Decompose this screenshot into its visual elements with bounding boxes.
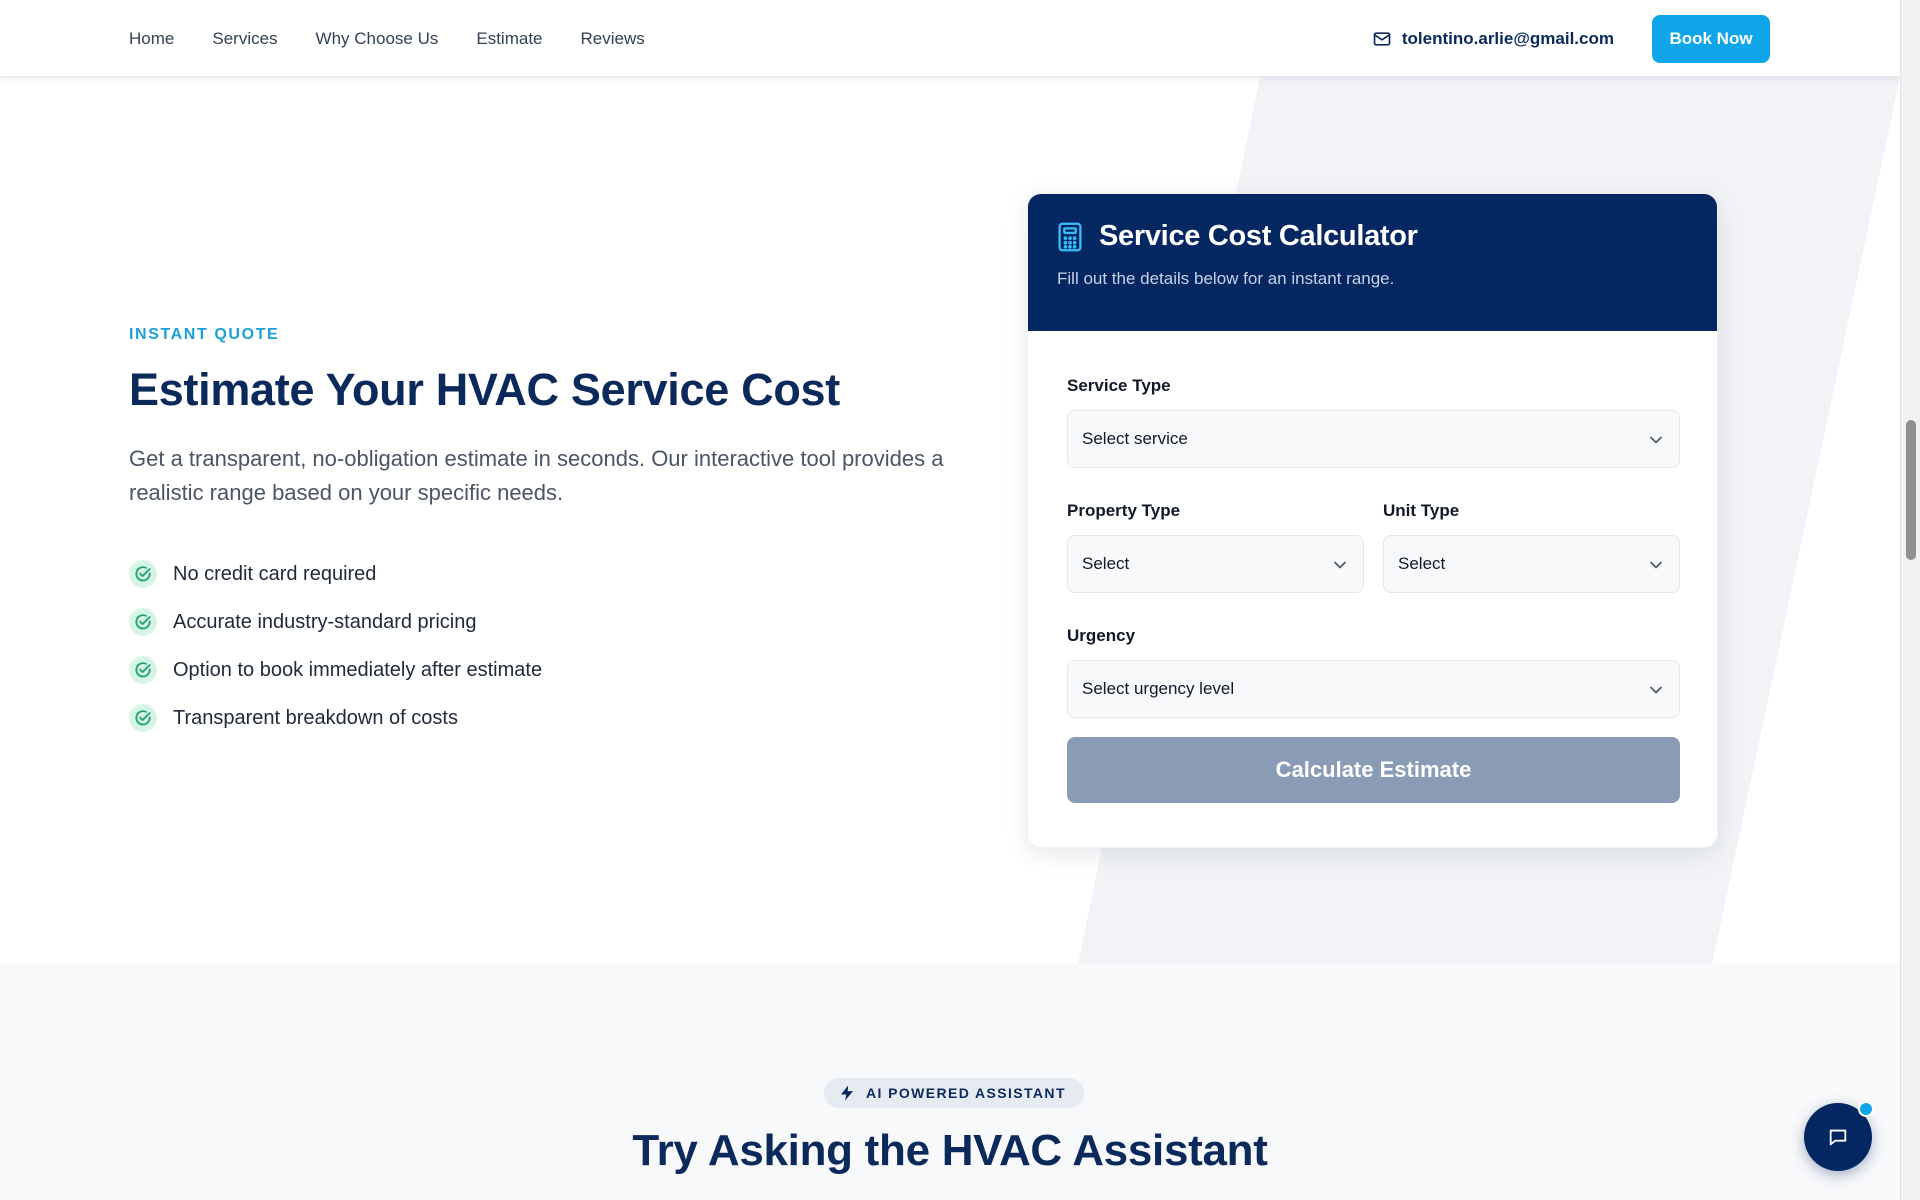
unit-type-label: Unit Type [1383, 501, 1460, 520]
calculate-estimate-button[interactable]: Calculate Estimate [1067, 737, 1680, 803]
service-cost-calculator: Service Cost Calculator Fill out the det… [1027, 193, 1718, 848]
service-type-label: Service Type [1067, 376, 1171, 395]
hero-description: Get a transparent, no-obligation estimat… [129, 446, 944, 505]
chevron-down-icon [1650, 436, 1662, 444]
book-now-button[interactable]: Book Now [1652, 14, 1770, 63]
property-type-value: Select [1082, 554, 1130, 573]
urgency-field: Urgency Select urgency level [1067, 626, 1680, 718]
chevron-down-icon [1334, 561, 1346, 569]
chevron-down-icon [1650, 561, 1662, 569]
check-circle-icon [129, 608, 157, 636]
email-link[interactable]: tolentino.arlie@gmail.com [1372, 29, 1614, 49]
page-scrollbar[interactable] [1900, 0, 1920, 1200]
urgency-label: Urgency [1067, 626, 1136, 645]
section-eyebrow: INSTANT QUOTE [129, 326, 280, 343]
feature-text: No credit card required [173, 562, 377, 585]
property-type-select[interactable]: Select [1067, 535, 1364, 593]
nav-link-why-choose-us[interactable]: Why Choose Us [316, 29, 439, 49]
chat-bubble-icon [1829, 1129, 1847, 1146]
nav-link-services[interactable]: Services [212, 29, 277, 49]
calculator-icon [1058, 222, 1082, 251]
nav-link-reviews[interactable]: Reviews [581, 29, 645, 49]
calculator-title-row: Service Cost Calculator [1057, 220, 1688, 253]
service-type-value: Select service [1082, 429, 1188, 448]
assistant-section-title: Try Asking the HVAC Assistant [632, 1126, 1268, 1175]
unit-type-value: Select [1398, 554, 1446, 573]
property-type-field: Property Type Select [1067, 501, 1364, 593]
lightning-icon [841, 1085, 853, 1101]
check-circle-icon [129, 656, 157, 684]
nav-right: tolentino.arlie@gmail.com Book Now [1372, 0, 1770, 77]
unit-type-select[interactable]: Select [1383, 535, 1680, 593]
urgency-select[interactable]: Select urgency level [1067, 660, 1680, 718]
chevron-down-icon [1650, 686, 1662, 694]
feature-list: No credit card required Accurate industr… [129, 550, 959, 742]
mail-icon [1373, 31, 1391, 46]
unit-type-field: Unit Type Select [1383, 501, 1680, 593]
nav-links: Home Services Why Choose Us Estimate Rev… [129, 0, 645, 77]
check-circle-icon [129, 560, 157, 588]
feature-item: No credit card required [129, 550, 959, 598]
nav-link-estimate[interactable]: Estimate [476, 29, 542, 49]
feature-item: Option to book immediately after estimat… [129, 646, 959, 694]
badge-text: AI POWERED ASSISTANT [866, 1085, 1066, 1101]
urgency-value: Select urgency level [1082, 679, 1235, 698]
scrollbar-thumb[interactable] [1906, 420, 1916, 560]
page-title: Estimate Your HVAC Service Cost [129, 364, 840, 415]
notification-dot [1858, 1101, 1874, 1117]
calculator-header: Service Cost Calculator Fill out the det… [1028, 194, 1717, 331]
feature-text: Transparent breakdown of costs [173, 706, 458, 729]
service-type-select[interactable]: Select service [1067, 410, 1680, 468]
feature-item: Transparent breakdown of costs [129, 694, 959, 742]
feature-text: Accurate industry-standard pricing [173, 610, 477, 633]
service-type-field: Service Type Select service [1067, 376, 1680, 468]
assistant-section: AI POWERED ASSISTANT Try Asking the HVAC… [0, 964, 1900, 1200]
email-text: tolentino.arlie@gmail.com [1401, 28, 1614, 48]
calculator-title: Service Cost Calculator [1099, 220, 1418, 252]
feature-text: Option to book immediately after estimat… [173, 658, 543, 681]
check-circle-icon [129, 704, 157, 732]
page: Home Services Why Choose Us Estimate Rev… [0, 0, 1900, 1200]
nav-link-home[interactable]: Home [129, 29, 174, 49]
estimate-intro: INSTANT QUOTE Estimate Your HVAC Service… [129, 326, 959, 742]
top-navigation: Home Services Why Choose Us Estimate Rev… [0, 0, 1900, 77]
calculator-subtitle: Fill out the details below for an instan… [1057, 269, 1395, 288]
property-type-label: Property Type [1067, 501, 1181, 520]
feature-item: Accurate industry-standard pricing [129, 598, 959, 646]
ai-assistant-badge: AI POWERED ASSISTANT [824, 1078, 1084, 1108]
